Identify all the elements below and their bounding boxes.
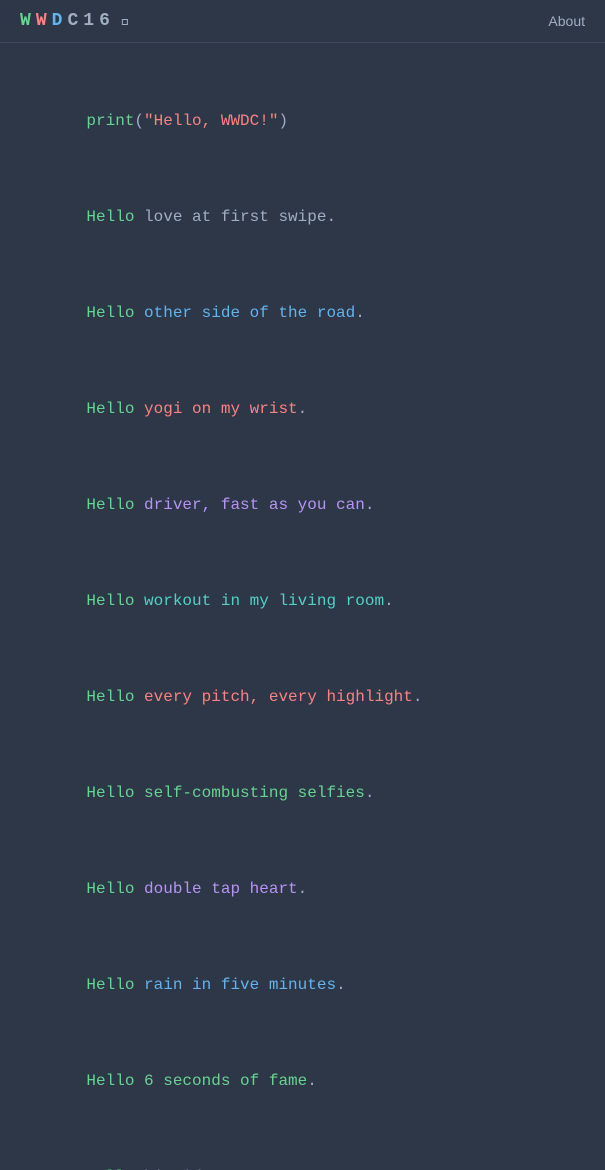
hello-line-1: Hello love at first swipe. — [48, 169, 557, 265]
hello-line-6: Hello every pitch, every highlight. — [48, 649, 557, 745]
period: . — [413, 688, 423, 706]
period: . — [221, 1168, 231, 1170]
period: . — [365, 496, 375, 514]
hello-line-4: Hello driver, fast as you can. — [48, 457, 557, 553]
line-text: rain in five minutes — [134, 976, 336, 994]
period: . — [365, 784, 375, 802]
period: . — [384, 592, 394, 610]
line-text: yogi on my wrist — [134, 400, 297, 418]
line-text: every pitch, every highlight — [134, 688, 412, 706]
line-text: workout in my living room — [134, 592, 384, 610]
close-paren: ) — [278, 112, 288, 130]
hello-word: Hello — [86, 1168, 134, 1170]
open-paren: ( — [134, 112, 144, 130]
line-text: other side of the road — [134, 304, 355, 322]
app-header: WWDC16  About — [0, 0, 605, 43]
period: . — [355, 304, 365, 322]
about-button[interactable]: About — [548, 13, 585, 29]
line-text: big idea — [134, 1168, 220, 1170]
hello-line-11: Hello big idea. — [48, 1129, 557, 1170]
hello-word: Hello — [86, 304, 134, 322]
hello-word: Hello — [86, 1072, 134, 1090]
hello-word: Hello — [86, 880, 134, 898]
logo-c: C — [67, 11, 79, 31]
line-text: 6 seconds of fame — [134, 1072, 307, 1090]
print-fn: print — [86, 112, 134, 130]
period: . — [307, 1072, 317, 1090]
logo-1: 1 — [83, 11, 95, 31]
hello-word: Hello — [86, 784, 134, 802]
logo-w2: W — [36, 11, 48, 31]
logo-6: 6 — [99, 11, 111, 31]
hello-word: Hello — [86, 208, 134, 226]
period: . — [298, 880, 308, 898]
line-text: driver, fast as you can — [134, 496, 364, 514]
period: . — [336, 976, 346, 994]
hello-line-2: Hello other side of the road. — [48, 265, 557, 361]
hello-word: Hello — [86, 592, 134, 610]
string-literal: "Hello, WWDC!" — [144, 112, 278, 130]
period: . — [298, 400, 308, 418]
hello-line-10: Hello 6 seconds of fame. — [48, 1033, 557, 1129]
line-text: double tap heart — [134, 880, 297, 898]
line-text: love at first swipe — [134, 208, 326, 226]
logo: WWDC16  — [20, 11, 131, 31]
hello-word: Hello — [86, 400, 134, 418]
hello-line-9: Hello rain in five minutes. — [48, 937, 557, 1033]
hello-line-7: Hello self-combusting selfies. — [48, 745, 557, 841]
logo-w1: W — [20, 11, 32, 31]
hello-line-8: Hello double tap heart. — [48, 841, 557, 937]
print-code-line: print("Hello, WWDC!") — [48, 73, 557, 169]
hello-word: Hello — [86, 496, 134, 514]
hello-word: Hello — [86, 976, 134, 994]
hello-word: Hello — [86, 688, 134, 706]
line-text: self-combusting selfies — [134, 784, 364, 802]
hello-line-3: Hello yogi on my wrist. — [48, 361, 557, 457]
hello-line-5: Hello workout in my living room. — [48, 553, 557, 649]
period: . — [326, 208, 336, 226]
logo-d: D — [52, 11, 64, 31]
main-content: print("Hello, WWDC!") Hello love at firs… — [0, 43, 605, 1170]
apple-logo-icon:  — [121, 12, 132, 30]
